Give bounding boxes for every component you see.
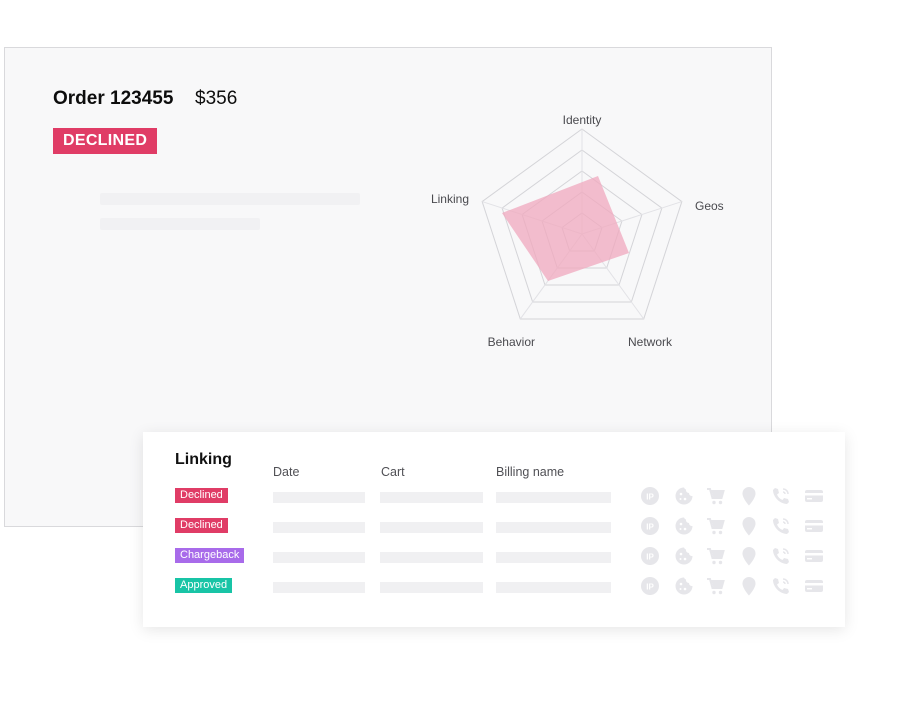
table-row[interactable]: Declined IP xyxy=(143,486,845,506)
credit-card-icon[interactable] xyxy=(804,516,824,536)
status-tag: Declined xyxy=(175,488,228,503)
linking-title: Linking xyxy=(175,451,232,468)
status-tag: Approved xyxy=(175,578,233,593)
cookie-icon[interactable] xyxy=(674,546,694,566)
svg-text:IP: IP xyxy=(646,553,654,562)
cookie-icon[interactable] xyxy=(674,486,694,506)
location-pin-icon[interactable] xyxy=(739,486,759,506)
cart-icon[interactable] xyxy=(706,486,726,506)
svg-text:IP: IP xyxy=(646,493,654,502)
table-row[interactable]: Declined IP xyxy=(143,516,845,536)
status-tag: Chargeback xyxy=(175,548,245,563)
cookie-icon[interactable] xyxy=(674,516,694,536)
column-header-cart: Cart xyxy=(381,465,405,479)
radar-axis-label-network: Network xyxy=(628,335,673,349)
date-cell-placeholder xyxy=(273,552,365,563)
date-cell-placeholder xyxy=(273,492,365,503)
ip-icon[interactable]: IP xyxy=(640,486,660,506)
cart-cell-placeholder xyxy=(380,582,483,593)
cart-icon[interactable] xyxy=(706,516,726,536)
location-pin-icon[interactable] xyxy=(739,576,759,596)
status-tag: Declined xyxy=(175,518,228,533)
ip-icon[interactable]: IP xyxy=(640,576,660,596)
billing-name-cell-placeholder xyxy=(496,552,611,563)
cart-cell-placeholder xyxy=(380,552,483,563)
phone-icon[interactable] xyxy=(771,576,791,596)
phone-icon[interactable] xyxy=(771,486,791,506)
radar-axis-label-behavior: Behavior xyxy=(488,335,535,349)
location-pin-icon[interactable] xyxy=(739,516,759,536)
svg-text:IP: IP xyxy=(646,583,654,592)
column-header-date: Date xyxy=(273,465,300,479)
cart-icon[interactable] xyxy=(706,546,726,566)
ip-icon[interactable]: IP xyxy=(640,516,660,536)
table-row[interactable]: Chargeback IP xyxy=(143,546,845,566)
cart-icon[interactable] xyxy=(706,576,726,596)
credit-card-icon[interactable] xyxy=(804,486,824,506)
billing-name-cell-placeholder xyxy=(496,492,611,503)
credit-card-icon[interactable] xyxy=(804,576,824,596)
date-cell-placeholder xyxy=(273,522,365,533)
cart-cell-placeholder xyxy=(380,522,483,533)
radar-axis-label-linking: Linking xyxy=(431,192,469,206)
table-row[interactable]: Approved IP xyxy=(143,576,845,596)
ip-icon[interactable]: IP xyxy=(640,546,660,566)
svg-text:IP: IP xyxy=(646,523,654,532)
billing-name-cell-placeholder xyxy=(496,582,611,593)
billing-name-cell-placeholder xyxy=(496,522,611,533)
date-cell-placeholder xyxy=(273,582,365,593)
linking-panel: Linking Date Cart Billing name Declined … xyxy=(143,432,845,627)
cart-cell-placeholder xyxy=(380,492,483,503)
phone-icon[interactable] xyxy=(771,546,791,566)
phone-icon[interactable] xyxy=(771,516,791,536)
radar-axis-label-identity: Identity xyxy=(563,113,602,127)
credit-card-icon[interactable] xyxy=(804,546,824,566)
location-pin-icon[interactable] xyxy=(739,546,759,566)
radar-axis-label-geos: Geos xyxy=(695,199,724,213)
column-header-billing-name: Billing name xyxy=(496,465,565,479)
cookie-icon[interactable] xyxy=(674,576,694,596)
